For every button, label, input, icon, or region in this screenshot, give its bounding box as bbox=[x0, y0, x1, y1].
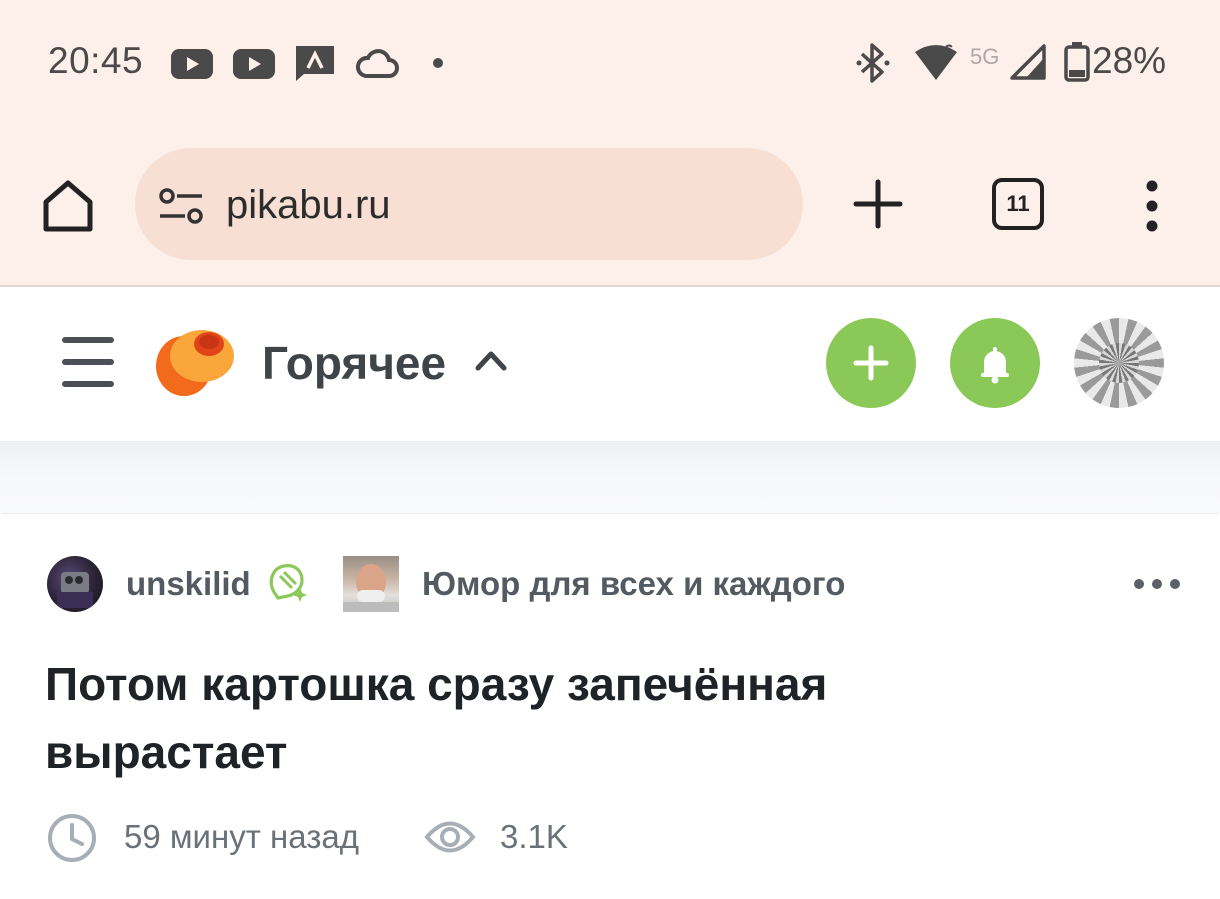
tab-count: 11 bbox=[1006, 191, 1030, 216]
youtube-icon bbox=[171, 49, 213, 79]
community-avatar[interactable] bbox=[343, 556, 399, 612]
network-type: 5G bbox=[970, 44, 1000, 69]
menu-icon[interactable] bbox=[62, 337, 114, 387]
home-icon[interactable] bbox=[38, 175, 98, 235]
community-name[interactable]: Юмор для всех и каждого bbox=[422, 565, 845, 603]
wifi-badge: 6 bbox=[944, 41, 954, 60]
avatar[interactable] bbox=[1074, 318, 1164, 408]
author-name[interactable]: unskilid bbox=[126, 565, 251, 603]
battery-icon bbox=[1064, 42, 1090, 82]
header-shadow bbox=[0, 441, 1220, 513]
dot-icon bbox=[433, 58, 443, 68]
wifi-icon bbox=[915, 45, 957, 80]
section-title[interactable]: Горячее bbox=[262, 336, 446, 390]
status-time: 20:45 bbox=[48, 40, 144, 81]
eye-icon bbox=[424, 821, 476, 853]
tabs-button[interactable]: 11 bbox=[992, 178, 1044, 230]
author-badge-icon bbox=[269, 564, 307, 602]
battery-percent: 28% bbox=[1092, 40, 1167, 81]
app-notification-icon bbox=[296, 46, 334, 81]
clock-icon bbox=[48, 814, 96, 862]
post-title[interactable]: Потом картошка сразу запечённая вырастае… bbox=[45, 650, 945, 786]
more-vert-icon[interactable] bbox=[1132, 178, 1172, 234]
chevron-up-icon[interactable] bbox=[474, 348, 508, 372]
pikabu-logo[interactable] bbox=[154, 322, 236, 400]
plus-icon[interactable] bbox=[852, 178, 904, 230]
post-views: 3.1K bbox=[500, 818, 568, 855]
bluetooth-icon bbox=[856, 43, 890, 83]
more-horiz-icon[interactable] bbox=[1134, 576, 1180, 592]
author-avatar-image bbox=[57, 572, 93, 608]
community-avatar-image bbox=[343, 564, 399, 612]
cloud-icon bbox=[356, 49, 399, 78]
url-text[interactable]: pikabu.ru bbox=[226, 183, 391, 228]
site-settings-icon[interactable] bbox=[158, 186, 204, 226]
signal-icon bbox=[1010, 44, 1046, 80]
notifications-button[interactable] bbox=[950, 318, 1040, 408]
youtube-icon bbox=[233, 49, 275, 79]
add-post-button[interactable] bbox=[826, 318, 916, 408]
author-avatar[interactable] bbox=[47, 556, 103, 612]
bell-icon bbox=[981, 347, 1009, 384]
plus-icon bbox=[853, 345, 889, 381]
post-time: 59 минут назад bbox=[124, 818, 359, 855]
